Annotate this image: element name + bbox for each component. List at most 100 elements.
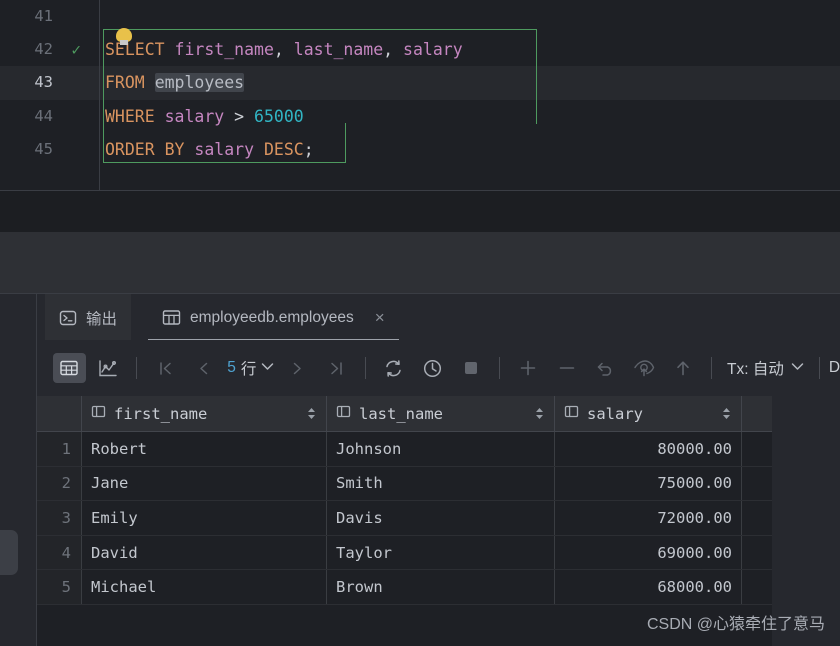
column-header-first_name[interactable]: first_name — [82, 396, 327, 431]
overflow-item-label[interactable]: D — [829, 359, 840, 377]
revert-changes-button[interactable] — [589, 353, 622, 383]
line-number: 44 — [34, 106, 53, 125]
next-page-button[interactable] — [281, 353, 314, 383]
toolbar-divider-4 — [711, 357, 713, 379]
table-row[interactable]: 3 Emily Davis 72000.00 — [37, 501, 840, 536]
table-cell[interactable]: Robert — [82, 432, 327, 466]
table-cell[interactable]: Brown — [327, 570, 555, 604]
delete-row-button[interactable] — [551, 353, 584, 383]
table-cell[interactable]: Smith — [327, 466, 555, 501]
code-token: ; — [303, 139, 314, 159]
sql-editor[interactable]: 41 42 ✓ 43 44 45 SELECT first_name, last_name… — [0, 0, 840, 190]
table-cell[interactable]: Jane — [82, 466, 327, 501]
code-token: first_name — [174, 40, 274, 60]
gutter-line-42[interactable]: 42 ✓ — [0, 33, 99, 66]
table-cell[interactable]: Emily — [82, 501, 327, 535]
table-row[interactable]: 4 David Taylor 69000.00 — [37, 535, 840, 571]
previous-page-button[interactable] — [188, 353, 221, 383]
column-icon — [336, 404, 351, 423]
code-line-45[interactable]: ORDER BY salary DESC; — [100, 133, 840, 166]
table-row[interactable]: 2 Jane Smith 75000.00 — [37, 466, 840, 502]
tab-output-label: 输出 — [86, 310, 118, 328]
gutter-line-41[interactable]: 41 — [0, 0, 99, 33]
code-token: salary — [403, 40, 463, 60]
gutter-line-43[interactable]: 43 — [0, 66, 99, 100]
table-cell[interactable]: 68000.00 — [555, 570, 742, 604]
row-number: 1 — [37, 432, 82, 466]
transaction-mode-dropdown[interactable]: Tx: 自动 — [727, 357, 804, 379]
lightbulb-icon[interactable] — [116, 28, 132, 45]
sort-indicator-icon[interactable] — [534, 406, 545, 421]
code-token: , — [273, 40, 294, 60]
result-grid[interactable]: first_name last_name salary 1 Robert Johnson… — [37, 396, 840, 646]
table-cell[interactable]: David — [82, 535, 327, 570]
gutter-line-45[interactable]: 45 — [0, 133, 99, 166]
editor-lower-blank-area — [0, 190, 840, 232]
result-grid-body[interactable]: 1 Robert Johnson 80000.00 2 Jane Smith 75000.00… — [37, 432, 840, 605]
sort-indicator-icon[interactable] — [721, 406, 732, 421]
editor-gutter[interactable]: 41 42 ✓ 43 44 45 — [0, 0, 100, 190]
table-cell[interactable]: 72000.00 — [555, 501, 742, 535]
last-page-button[interactable] — [320, 353, 353, 383]
close-icon[interactable]: × — [375, 309, 385, 326]
refresh-icon[interactable] — [378, 353, 411, 383]
result-grid-header: first_name last_name salary — [37, 396, 840, 432]
first-page-button[interactable] — [149, 353, 182, 383]
code-line-42[interactable]: SELECT first_name, last_name, salary — [100, 33, 840, 66]
code-token: last_name — [293, 40, 384, 60]
column-header-last_name[interactable]: last_name — [327, 396, 555, 431]
column-header-salary[interactable]: salary — [555, 396, 742, 431]
code-token: 65000 — [254, 106, 304, 126]
stop-icon[interactable] — [455, 353, 488, 383]
history-icon[interactable] — [416, 353, 449, 383]
results-tab-bar: 输出 employeedb.employees × — [0, 293, 840, 341]
chevron-down-icon — [791, 362, 804, 374]
code-token: , — [383, 40, 404, 60]
column-icon — [564, 404, 579, 423]
code-token: ORDER — [105, 139, 155, 159]
row-number-header — [37, 396, 82, 431]
code-line-43[interactable]: FROM employees — [100, 66, 840, 100]
row-number: 3 — [37, 501, 82, 535]
gutter-line-44[interactable]: 44 — [0, 100, 99, 133]
tab-output[interactable]: 输出 — [45, 294, 132, 341]
transaction-mode-label: Tx: 自动 — [727, 361, 784, 378]
statement-ok-check-icon: ✓ — [71, 40, 81, 60]
line-number: 41 — [34, 7, 53, 25]
table-cell[interactable]: Johnson — [327, 432, 555, 466]
table-row[interactable]: 1 Robert Johnson 80000.00 — [37, 432, 840, 467]
code-line-41[interactable] — [100, 0, 840, 33]
submit-changes-button[interactable] — [667, 353, 700, 383]
code-line-44[interactable]: WHERE salary > 65000 — [100, 100, 840, 133]
line-number: 45 — [34, 139, 53, 158]
table-cell[interactable]: 69000.00 — [555, 535, 742, 570]
sort-indicator-icon[interactable] — [306, 406, 317, 421]
grid-view-button[interactable] — [53, 353, 86, 383]
table-cell[interactable]: Michael — [82, 570, 327, 604]
column-header-label: salary — [587, 404, 643, 423]
editor-code-area[interactable]: SELECT first_name, last_name, salary FROM… — [100, 0, 840, 190]
collapsed-panel-handle[interactable] — [0, 530, 18, 575]
row-count-dropdown[interactable]: 5 行 — [227, 357, 274, 379]
row-number: 4 — [37, 535, 82, 570]
toolbar-divider-2 — [364, 357, 366, 379]
preview-submit-icon[interactable] — [628, 353, 661, 383]
tab-employeedb-employees[interactable]: employeedb.employees × — [148, 294, 399, 341]
tab-employeedb-employees-label: employeedb.employees — [190, 308, 354, 326]
panel-spacer-area — [0, 232, 840, 293]
console-icon — [59, 309, 77, 327]
chart-view-button[interactable] — [92, 353, 125, 383]
table-row[interactable]: 5 Michael Brown 68000.00 — [37, 570, 840, 605]
table-cell[interactable]: 80000.00 — [555, 432, 742, 466]
table-cell[interactable]: Taylor — [327, 535, 555, 570]
results-toolbar: 5 行 Tx: 自动 D — [37, 340, 840, 396]
add-row-button[interactable] — [512, 353, 545, 383]
table-cell[interactable]: Davis — [327, 501, 555, 535]
table-cell[interactable]: 75000.00 — [555, 466, 742, 501]
